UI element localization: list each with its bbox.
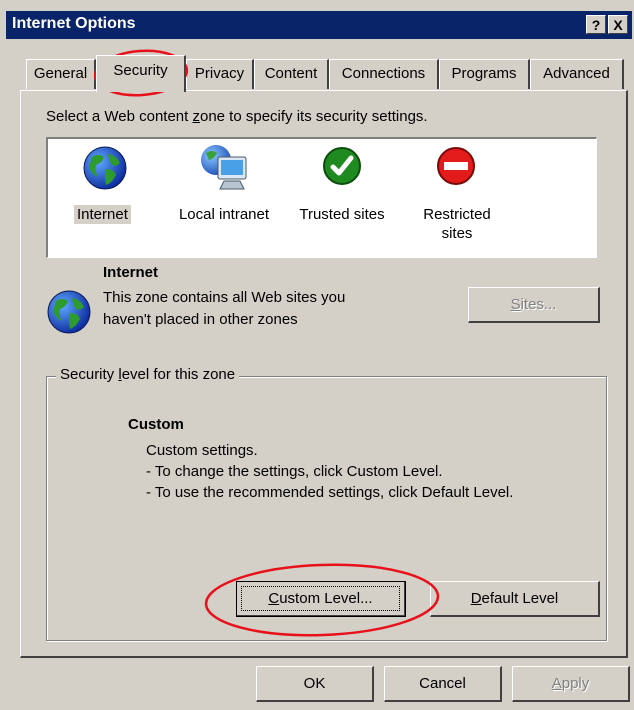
zone-item-internet[interactable]: Internet [74,141,136,241]
checkmark-icon [323,147,361,185]
zone-item-local-intranet[interactable]: Local intranet [172,141,276,241]
zone-label-local-intranet: Local intranet [178,206,270,223]
sites-button-mnemonic: S [510,296,521,313]
no-entry-icon [437,147,475,185]
default-level-label: efault Level [481,590,559,607]
tab-programs[interactable]: Programs [439,59,530,89]
security-level-line2: - To change the settings, click Custom L… [146,463,443,480]
apply-label: pply [561,675,590,692]
security-level-line3: - To use the recommended settings, click… [146,484,514,501]
apply-button[interactable]: Apply [512,666,630,702]
zone-label-restricted-line2: sites [441,225,473,242]
zone-item-trusted-sites[interactable]: Trusted sites [292,141,392,241]
ok-button[interactable]: OK [256,666,374,702]
cancel-button[interactable]: Cancel [384,666,502,702]
tab-advanced[interactable]: Advanced [530,59,624,89]
security-level-group-title: Security level for this zone [56,366,240,383]
sites-button-label: ites... [520,296,557,313]
zone-label-restricted-line1: Restricted [423,206,491,223]
tab-security[interactable]: Security [96,55,186,92]
instruction-text-pre: Select a Web content [46,108,193,125]
selected-zone-title: Internet [103,264,159,281]
window-title: Internet Options [12,15,136,32]
custom-level-button[interactable]: Custom Level... [236,581,406,617]
tab-advanced-label: Advanced [543,65,610,82]
zone-item-restricted-sites[interactable]: Restricted sites [412,141,502,251]
tab-connections-label: Connections [341,65,426,82]
tab-security-label: Security [113,62,168,79]
tab-privacy[interactable]: Privacy [186,59,254,89]
tab-privacy-label: Privacy [194,65,245,82]
close-button[interactable]: X [608,15,628,34]
sites-button[interactable]: Sites... [468,287,600,323]
default-level-mnemonic: D [470,590,482,607]
group-title-post: evel for this zone [121,366,236,383]
help-button[interactable]: ? [586,15,606,34]
selected-zone-desc-line2: haven't placed in other zones [103,311,298,328]
default-level-button[interactable]: Default Level [430,581,600,617]
zone-instruction: Select a Web content zone to specify its… [46,108,428,125]
tab-programs-label: Programs [451,65,517,82]
security-level-line1: Custom settings. [146,442,258,459]
internet-options-window: Internet Options ? X General Security Pr… [0,0,634,710]
zone-label-internet: Internet [74,205,131,224]
focus-rectangle [241,586,400,611]
globe-icon [47,290,91,334]
instruction-text-post: one to specify its security settings. [199,108,428,125]
selected-zone-desc-line1: This zone contains all Web sites you [103,289,346,306]
tab-content-label: Content [264,65,318,82]
tab-general-label: General [33,65,88,82]
tab-general[interactable]: General [26,59,96,89]
intranet-computer-icon [201,145,247,190]
globe-icon [83,146,127,190]
zone-list[interactable]: Internet Local intranet Trusted sites Re… [46,137,597,258]
title-bar[interactable]: Internet Options ? X [6,11,632,39]
group-title-pre: Security [60,366,119,383]
tab-content[interactable]: Content [254,59,329,89]
security-level-name: Custom [128,416,184,433]
tab-connections[interactable]: Connections [329,59,439,89]
apply-mnemonic: A [551,675,562,692]
zone-label-trusted-sites: Trusted sites [299,206,385,223]
instruction-mnemonic: z [192,108,200,125]
